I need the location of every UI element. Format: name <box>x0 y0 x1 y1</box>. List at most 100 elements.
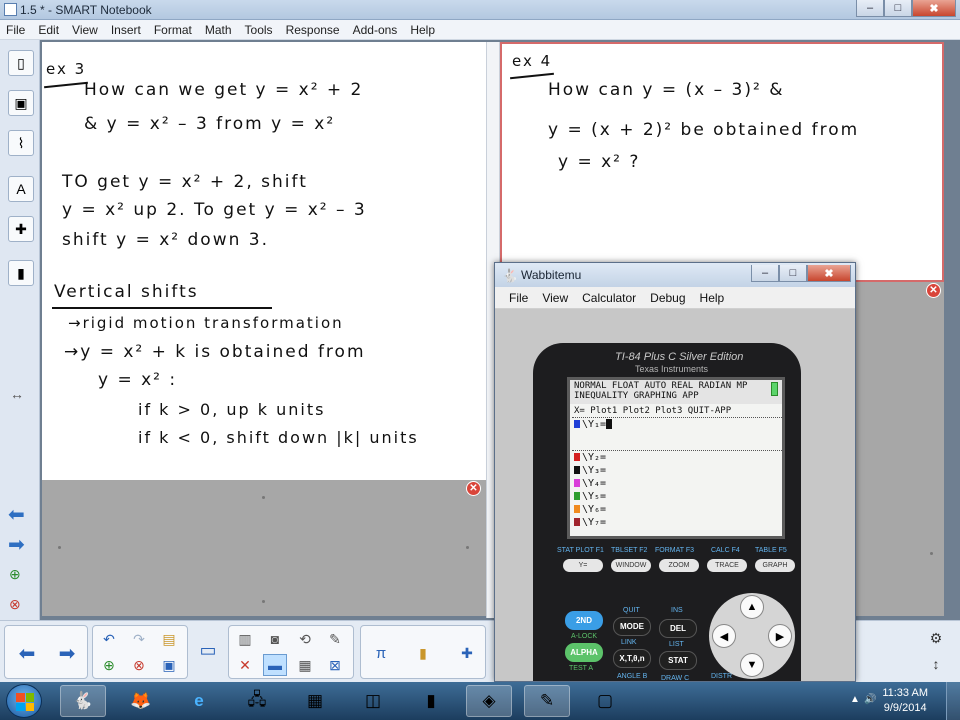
paste-icon[interactable]: ▥ <box>233 628 257 650</box>
xt-theta-n-key[interactable]: X,T,θ,n <box>613 649 651 668</box>
delete-page-icon[interactable]: ✕ <box>466 481 481 496</box>
graph-key[interactable]: GRAPH <box>755 559 795 572</box>
menu-insert[interactable]: Insert <box>111 23 141 37</box>
menu-add-ons[interactable]: Add-ons <box>353 23 398 37</box>
menu-format[interactable]: Format <box>154 23 192 37</box>
y-row[interactable]: \Y₃= <box>574 465 606 476</box>
stat-key[interactable]: STAT <box>659 651 697 670</box>
zoom-key[interactable]: ZOOM <box>659 559 699 572</box>
wab-menu-calculator[interactable]: Calculator <box>582 291 636 305</box>
wabbitemu-close-button[interactable]: ✖ <box>807 265 851 282</box>
pen-icon[interactable]: ✎ <box>323 628 347 650</box>
y-row[interactable]: \Y₆= <box>574 504 606 515</box>
rotate-icon[interactable]: ⟲ <box>293 628 317 650</box>
y-row[interactable]: \Y₄= <box>574 478 606 489</box>
resize-icon[interactable]: ↔ <box>10 386 24 402</box>
y-row[interactable]: \Y₁= <box>574 419 613 430</box>
window-key[interactable]: WINDOW <box>611 559 651 572</box>
save-icon[interactable]: ▣ <box>157 654 181 676</box>
menu-view[interactable]: View <box>72 23 98 37</box>
attachments-icon[interactable]: ⌇ <box>8 130 34 156</box>
down-arrow-key[interactable]: ▼ <box>740 653 764 677</box>
display-icon[interactable]: ▭ <box>196 639 220 661</box>
clear-icon[interactable]: ✕ <box>233 654 257 676</box>
wabbitemu-window[interactable]: 🐇 Wabbitemu ‒ □ ✖ File View Calculator D… <box>494 262 856 682</box>
taskbar-monitor[interactable]: ◫ <box>350 685 396 717</box>
taskbar-signal-app[interactable]: ▮ <box>408 685 454 717</box>
previous-page-icon[interactable]: ⬅ <box>8 502 25 527</box>
previous-page-button[interactable]: ⬅ <box>15 642 39 665</box>
next-page-button[interactable]: ➡ <box>55 642 79 665</box>
wab-menu-view[interactable]: View <box>542 291 568 305</box>
page-sorter-icon[interactable]: ▯ <box>8 50 34 76</box>
response-icon[interactable]: ▮ <box>411 642 435 664</box>
y-equals-key[interactable]: Y= <box>563 559 603 572</box>
next-page-icon[interactable]: ➡ <box>8 532 25 557</box>
calculator-screen[interactable]: NORMAL FLOAT AUTO REAL RADIAN MP INEQUAL… <box>567 377 785 539</box>
taskbar-calculator[interactable]: ▦ <box>292 685 338 717</box>
alpha-key[interactable]: ALPHA <box>565 643 603 662</box>
move-toolbar-icon[interactable]: ↕ <box>924 653 948 675</box>
volume-icon[interactable]: 🔊 <box>864 694 876 705</box>
taskbar-wabbitemu[interactable]: 🐇 <box>60 685 106 717</box>
properties-icon[interactable]: A <box>8 176 34 202</box>
tray-arrow-icon[interactable]: ▲ <box>850 694 860 705</box>
menu-help[interactable]: Help <box>410 23 435 37</box>
taskbar-smart-tools[interactable]: ◈ <box>466 685 512 717</box>
taskbar-internet-explorer[interactable]: e <box>176 685 222 717</box>
right-arrow-key[interactable]: ▶ <box>768 624 792 648</box>
trace-key[interactable]: TRACE <box>707 559 747 572</box>
right-page[interactable]: ex 4 How can y = (x – 3)² & y = (x + 2)²… <box>500 42 944 282</box>
delete-page-icon[interactable]: ⊗ <box>9 596 21 613</box>
up-arrow-key[interactable]: ▲ <box>740 595 764 619</box>
taskbar-smart-notebook[interactable]: ✎ <box>524 685 570 717</box>
left-arrow-key[interactable]: ◀ <box>712 624 736 648</box>
del-key[interactable]: DEL <box>659 619 697 638</box>
add-ons-icon[interactable]: ✚ <box>8 216 34 242</box>
menu-math[interactable]: Math <box>205 23 232 37</box>
redo-icon[interactable]: ↷ <box>127 628 151 650</box>
undo-icon[interactable]: ↶ <box>97 628 121 650</box>
show-desktop-button[interactable] <box>946 682 960 720</box>
clock[interactable]: 11:33 AM 9/9/2014 <box>882 686 928 716</box>
fullscreen-icon[interactable]: ⊠ <box>323 654 347 676</box>
menu-tools[interactable]: Tools <box>245 23 273 37</box>
y-row[interactable]: \Y₂= <box>574 452 606 463</box>
delete-page-icon[interactable]: ✕ <box>926 283 941 298</box>
wab-menu-debug[interactable]: Debug <box>650 291 685 305</box>
taskbar-network-icon[interactable]: 🖧 <box>234 685 280 717</box>
handwriting-line: if k > 0, up k units <box>138 400 326 419</box>
menu-response[interactable]: Response <box>286 23 340 37</box>
gallery-icon[interactable]: ▣ <box>8 90 34 116</box>
wab-menu-file[interactable]: File <box>509 291 528 305</box>
second-key[interactable]: 2ND <box>565 611 603 630</box>
add-ons-icon[interactable]: ✚ <box>455 642 479 664</box>
delete-page-icon[interactable]: ⊗ <box>127 654 151 676</box>
minimize-button[interactable]: ‒ <box>856 0 884 17</box>
menu-file[interactable]: File <box>6 23 25 37</box>
response-icon[interactable]: ▮ <box>8 260 34 286</box>
add-page-icon[interactable]: ⊕ <box>9 566 21 583</box>
taskbar-snipping[interactable]: ▢ <box>582 685 628 717</box>
add-page-icon[interactable]: ⊕ <box>97 654 121 676</box>
wab-menu-help[interactable]: Help <box>700 291 725 305</box>
left-page[interactable]: ex 3 How can we get y = x² + 2 & y = x² … <box>42 42 486 480</box>
wabbitemu-minimize-button[interactable]: ‒ <box>751 265 779 282</box>
taskbar-firefox[interactable]: 🦊 <box>118 685 164 717</box>
screen-shade-icon[interactable]: ▬ <box>263 654 287 676</box>
y-row[interactable]: \Y₇= <box>574 517 606 528</box>
close-button[interactable]: ✖ <box>912 0 956 17</box>
mode-key[interactable]: MODE <box>613 617 651 636</box>
open-file-icon[interactable]: ▤ <box>157 628 181 650</box>
menu-edit[interactable]: Edit <box>38 23 59 37</box>
y-row[interactable]: \Y₅= <box>574 491 606 502</box>
math-icon[interactable]: π <box>369 642 393 664</box>
link-label: LINK <box>621 639 637 646</box>
maximize-button[interactable]: □ <box>884 0 912 17</box>
start-button[interactable] <box>6 684 42 718</box>
wabbitemu-maximize-button[interactable]: □ <box>779 265 807 282</box>
handwriting-line: →y = x² + k is obtained from <box>64 342 366 362</box>
screen-capture-icon[interactable]: ◙ <box>263 628 287 650</box>
table-icon[interactable]: ▦ <box>293 654 317 676</box>
settings-icon[interactable]: ⚙ <box>924 627 948 649</box>
